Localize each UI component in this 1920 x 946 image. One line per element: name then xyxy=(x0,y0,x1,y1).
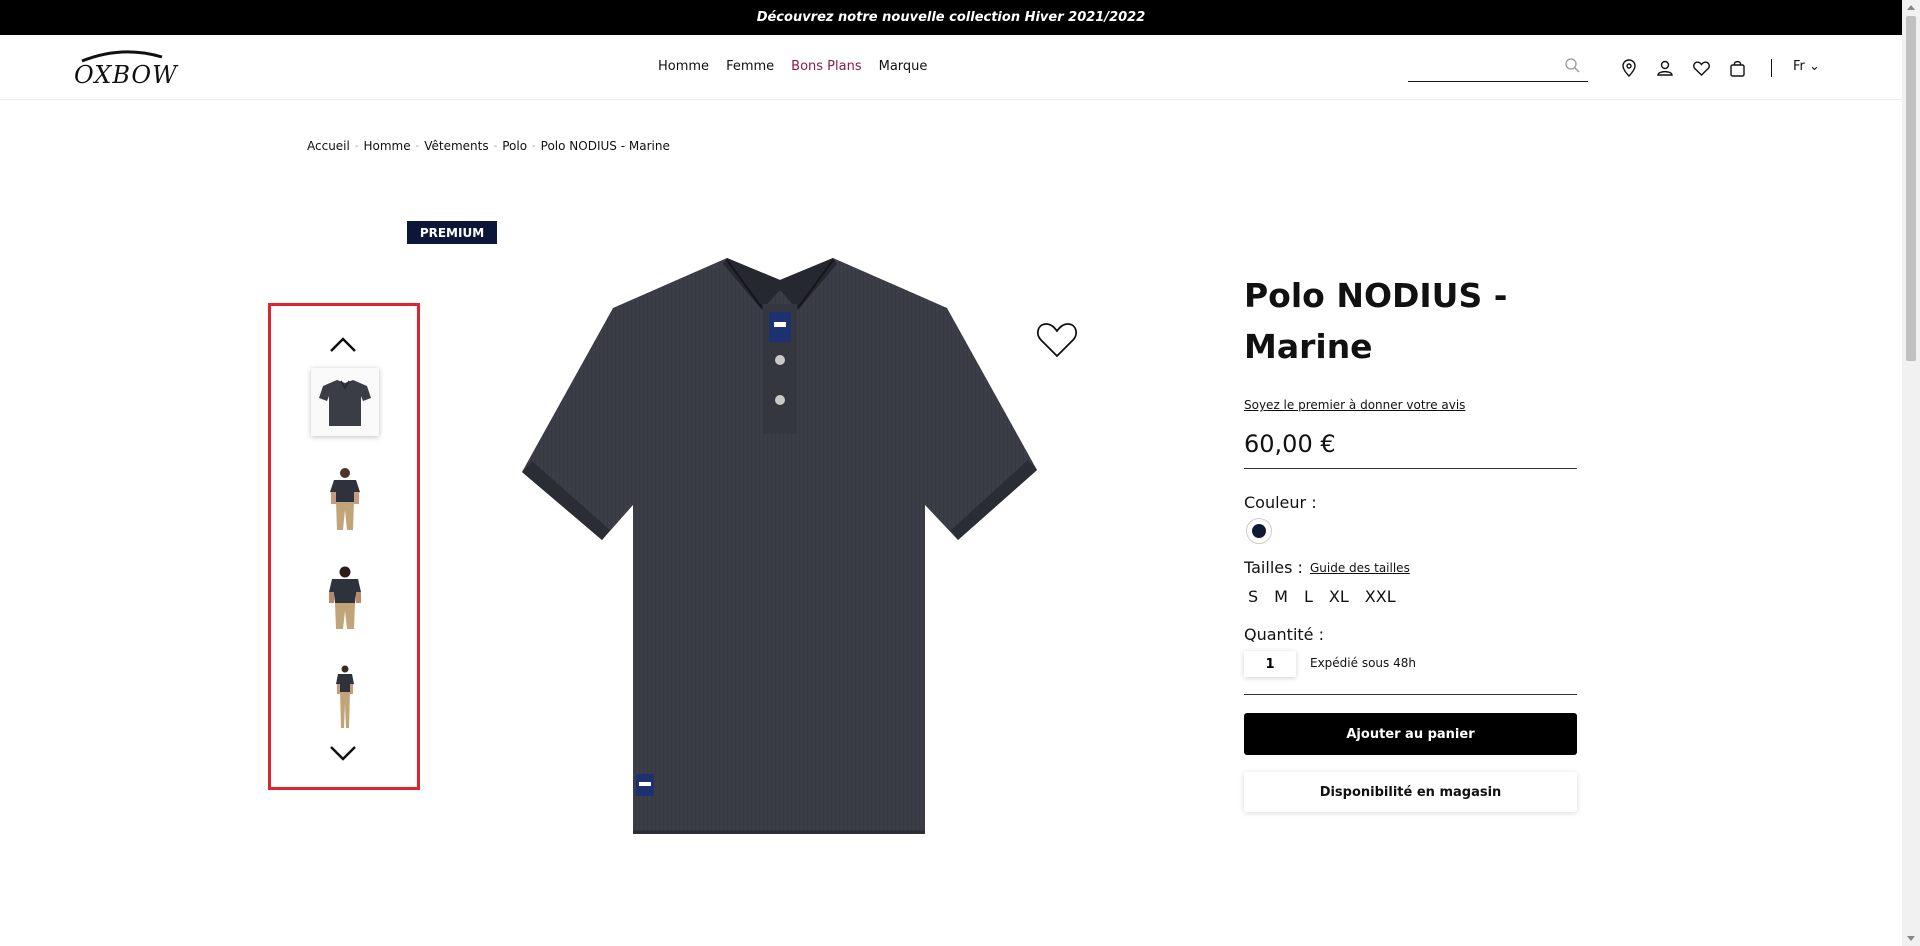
premium-badge: PREMIUM xyxy=(407,221,497,244)
oxbow-logo[interactable]: OXBOW xyxy=(74,49,177,89)
breadcrumb-separator: - xyxy=(415,140,420,152)
store-availability-button[interactable]: Disponibilité en magasin xyxy=(1244,772,1577,812)
heart-icon[interactable] xyxy=(1692,59,1710,77)
quantity-label: Quantité : xyxy=(1244,625,1324,644)
breadcrumb-homme[interactable]: Homme xyxy=(363,139,410,153)
scroll-down-arrow-icon[interactable] xyxy=(1907,936,1915,941)
size-label: Tailles : xyxy=(1244,558,1303,577)
color-swatch-dot xyxy=(1252,524,1266,538)
nav-marque[interactable]: Marque xyxy=(879,59,928,74)
header-divider xyxy=(1771,59,1772,77)
size-options: S M L XL XXL xyxy=(1246,587,1398,606)
announcement-text: Découvrez notre nouvelle collection Hive… xyxy=(756,10,1146,25)
breadcrumb-accueil[interactable]: Accueil xyxy=(307,139,350,153)
product-info: Polo NODIUS - Marine Soyez le premier à … xyxy=(1244,270,1577,812)
announcement-bar: Découvrez notre nouvelle collection Hive… xyxy=(0,0,1902,35)
quantity-input[interactable] xyxy=(1244,651,1296,677)
user-icon[interactable] xyxy=(1656,59,1674,77)
size-option-m[interactable]: M xyxy=(1272,587,1290,606)
thumbnail-model-back[interactable] xyxy=(311,565,379,633)
size-option-s[interactable]: S xyxy=(1246,587,1260,606)
breadcrumb-current[interactable]: Polo NODIUS - Marine xyxy=(541,139,670,153)
breadcrumb-polo[interactable]: Polo xyxy=(502,139,527,153)
gallery-down-arrow[interactable] xyxy=(327,743,359,765)
search-icon[interactable] xyxy=(1565,58,1580,77)
scrollbar-thumb[interactable] xyxy=(1906,16,1916,361)
nav-bons-plans[interactable]: Bons Plans xyxy=(791,59,861,74)
model-back-thumbnail-image xyxy=(329,566,361,629)
main-product-image[interactable] xyxy=(515,250,1045,850)
location-pin-icon[interactable] xyxy=(1620,59,1638,77)
page-scrollbar[interactable] xyxy=(1902,0,1920,946)
color-swatch[interactable] xyxy=(1246,518,1272,544)
thumbnail-model-full[interactable] xyxy=(311,664,379,732)
model-full-thumbnail-image xyxy=(336,665,354,728)
wishlist-heart-icon[interactable] xyxy=(1036,321,1078,363)
thumbnail-model-front[interactable] xyxy=(311,466,379,534)
polo-shirt-image xyxy=(522,258,1037,834)
breadcrumb: Accueil - Homme - Vêtements - Polo - Pol… xyxy=(307,139,670,153)
breadcrumb-separator: - xyxy=(354,140,359,152)
add-to-cart-button[interactable]: Ajouter au panier xyxy=(1244,713,1577,755)
polo-flat-thumbnail-image xyxy=(319,380,371,426)
divider xyxy=(1244,694,1577,695)
review-link[interactable]: Soyez le premier à donner votre avis xyxy=(1244,398,1465,412)
size-option-xxl[interactable]: XXL xyxy=(1363,587,1398,606)
scroll-up-arrow-icon[interactable] xyxy=(1907,5,1915,10)
size-option-l[interactable]: L xyxy=(1302,587,1315,606)
model-front-thumbnail-image xyxy=(330,468,360,530)
thumbnail-gallery xyxy=(268,303,420,790)
product-price: 60,00 € xyxy=(1244,430,1577,469)
main-nav: Homme Femme Bons Plans Marque xyxy=(658,59,927,74)
breadcrumb-separator: - xyxy=(532,140,536,152)
nav-femme[interactable]: Femme xyxy=(726,59,774,74)
breadcrumb-vetements[interactable]: Vêtements xyxy=(424,139,488,153)
gallery-up-arrow[interactable] xyxy=(327,333,359,355)
search-box xyxy=(1408,52,1588,82)
nav-homme[interactable]: Homme xyxy=(658,59,709,74)
size-option-xl[interactable]: XL xyxy=(1327,587,1351,606)
shopping-bag-icon[interactable] xyxy=(1728,59,1746,77)
shipping-info: Expédié sous 48h xyxy=(1310,656,1416,670)
logo-text: OXBOW xyxy=(74,61,178,89)
header-icons xyxy=(1620,59,1746,77)
thumbnail-polo-flat[interactable] xyxy=(311,368,379,436)
site-header: OXBOW Homme Femme Bons Plans Marque Fr ⌄ xyxy=(0,35,1902,100)
size-guide-link[interactable]: Guide des tailles xyxy=(1310,561,1410,575)
search-input[interactable] xyxy=(1408,52,1558,78)
chevron-down-icon xyxy=(330,746,356,761)
chevron-up-icon xyxy=(330,337,356,352)
color-label: Couleur : xyxy=(1244,493,1317,512)
language-selector[interactable]: Fr ⌄ xyxy=(1793,59,1820,74)
product-title: Polo NODIUS - Marine xyxy=(1244,276,1508,366)
breadcrumb-separator: - xyxy=(493,140,498,152)
